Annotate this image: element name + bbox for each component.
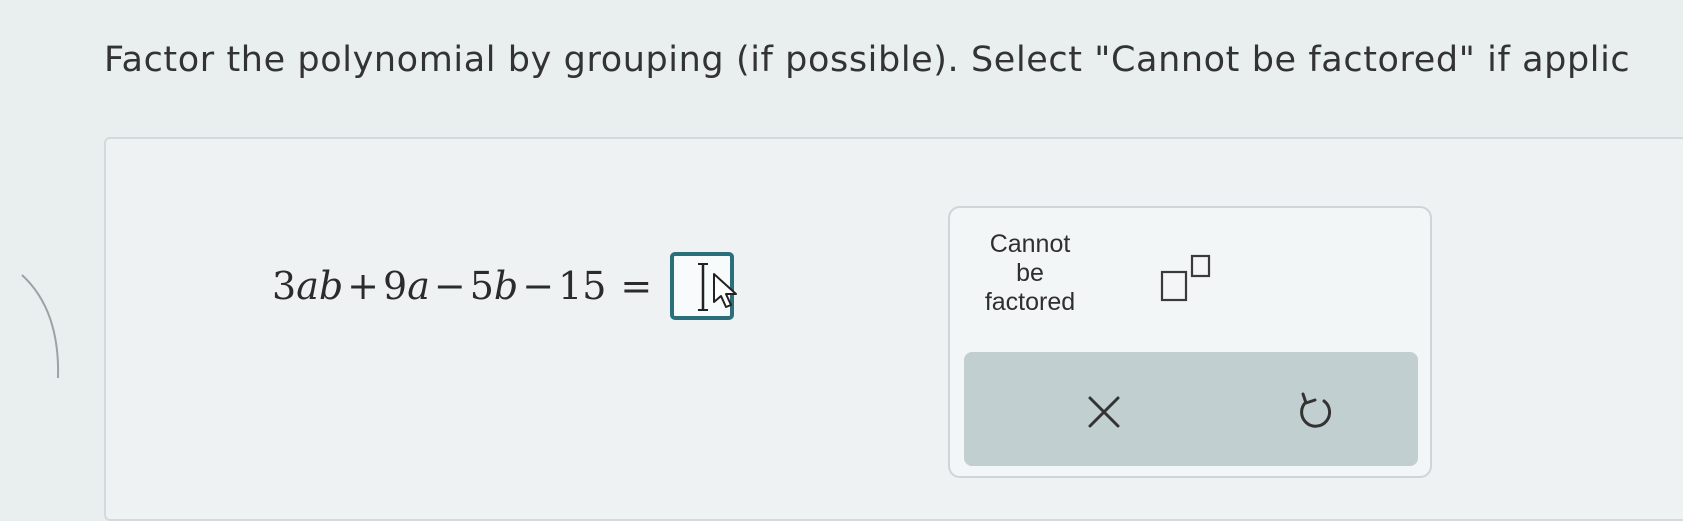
page-edge-curve (21, 274, 60, 379)
undo-button[interactable] (1284, 382, 1344, 442)
term-3-variable: b (493, 264, 519, 308)
minus-sign-2: − (522, 264, 555, 308)
math-keypad: Cannot be factored (948, 206, 1432, 478)
polynomial-expression: 3 ab + 9 a − 5 b − 15 = (272, 252, 738, 320)
minus-sign-1: − (433, 264, 466, 308)
instruction-text: Factor the polynomial by grouping (if po… (104, 40, 1631, 80)
term-2-variable: a (407, 264, 430, 308)
equals-sign: = (620, 264, 653, 308)
term-3-coefficient: 5 (469, 264, 494, 308)
text-cursor-icon (698, 263, 709, 311)
superscript-template-icon (1160, 254, 1211, 302)
term-1-coefficient: 3 (272, 264, 297, 308)
term-2-coefficient: 9 (383, 264, 408, 308)
term-4-constant: 15 (558, 264, 607, 308)
undo-icon (1300, 392, 1332, 428)
keypad-action-bar (964, 352, 1418, 466)
answer-input[interactable] (670, 252, 738, 320)
clear-button[interactable] (1074, 382, 1134, 442)
term-1-variables: ab (296, 264, 344, 308)
cannot-be-factored-button[interactable]: Cannot be factored (970, 228, 1090, 318)
plus-sign: + (347, 264, 380, 308)
exponent-template-button[interactable] (1150, 244, 1220, 314)
question-panel (104, 137, 1683, 521)
mouse-pointer-icon (713, 273, 738, 308)
close-icon (1088, 396, 1120, 428)
